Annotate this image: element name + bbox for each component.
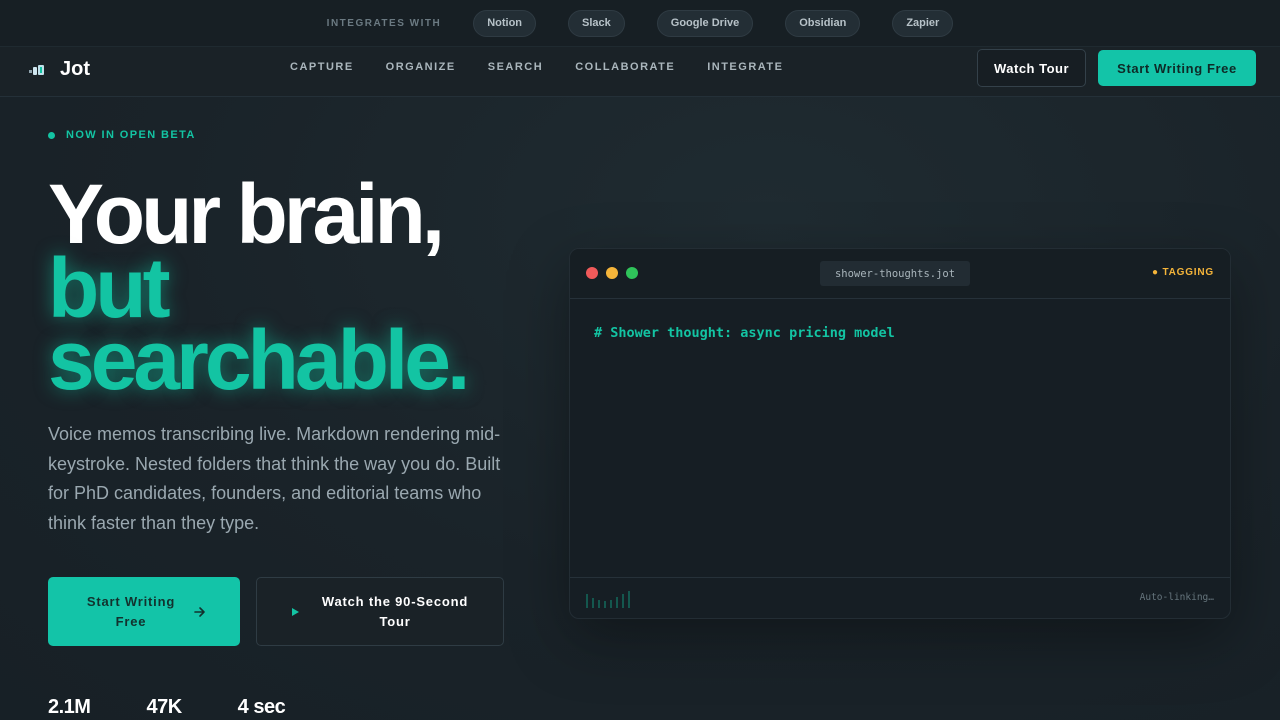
integration-pill-slack[interactable]: Slack xyxy=(568,9,625,37)
brand-logo[interactable]: Jot xyxy=(28,58,90,81)
beta-badge: NOW IN OPEN BETA xyxy=(48,129,196,141)
waveform-icon xyxy=(586,591,630,608)
integration-pill-zapier[interactable]: Zapier xyxy=(892,9,954,37)
nav-link-integrate[interactable]: INTEGRATE xyxy=(707,61,783,73)
integrations-bar: INTEGRATES WITH Notion Slack Google Driv… xyxy=(0,0,1280,47)
beta-dot-icon xyxy=(48,131,55,139)
stat-value: 2.1M xyxy=(48,696,91,718)
top-navigation: Jot CAPTURE ORGANIZE SEARCH COLLABORATE … xyxy=(0,47,1280,97)
watch-tour-cta-button[interactable]: Watch the 90-Second Tour xyxy=(256,577,504,646)
arrow-right-icon xyxy=(194,606,205,617)
start-writing-nav-button[interactable]: Start Writing Free xyxy=(1098,50,1256,86)
hero-description: Voice memos transcribing live. Markdown … xyxy=(48,424,501,533)
stat-value: 4 sec xyxy=(237,696,286,718)
nav-link-capture[interactable]: CAPTURE xyxy=(290,61,354,73)
editor-titlebar: shower-thoughts.jot ● TAGGING xyxy=(570,249,1230,299)
editor-line[interactable]: # Shower thought: async pricing model xyxy=(594,325,895,341)
integration-pill-notion[interactable]: Notion xyxy=(473,9,537,37)
editor-footer: Auto-linking… xyxy=(570,577,1230,618)
start-writing-cta-label: Start Writing Free xyxy=(86,593,176,629)
window-maximize-dot xyxy=(626,267,638,279)
editor-window: shower-thoughts.jot ● TAGGING # Shower t… xyxy=(569,248,1231,619)
watch-tour-button[interactable]: Watch Tour xyxy=(977,49,1086,87)
stats-row: 2.1M 47K 4 sec xyxy=(48,696,341,719)
integration-pill-obsidian[interactable]: Obsidian xyxy=(785,9,861,37)
nav-link-collaborate[interactable]: COLLABORATE xyxy=(575,61,675,73)
watch-tour-cta-label: Watch the 90-Second Tour xyxy=(321,593,469,629)
play-icon xyxy=(292,607,299,616)
auto-linking-status: Auto-linking… xyxy=(1139,592,1214,603)
brand-name: Jot xyxy=(60,58,90,80)
headline-line-3: searchable. xyxy=(48,313,470,407)
stat-value: 47K xyxy=(146,696,182,718)
nav-link-organize[interactable]: ORGANIZE xyxy=(386,61,456,73)
start-writing-cta-button[interactable]: Start Writing Free xyxy=(48,577,240,646)
nav-links: CAPTURE ORGANIZE SEARCH COLLABORATE INTE… xyxy=(290,47,815,87)
window-close-dot xyxy=(586,267,598,279)
integration-pill-google-drive[interactable]: Google Drive xyxy=(656,9,754,37)
logo-icon xyxy=(29,64,44,75)
beta-badge-text: NOW IN OPEN BETA xyxy=(66,129,196,141)
window-minimize-dot xyxy=(606,267,618,279)
nav-link-search[interactable]: SEARCH xyxy=(488,61,543,73)
tagging-status: ● TAGGING xyxy=(1152,267,1214,278)
file-tab[interactable]: shower-thoughts.jot xyxy=(820,261,970,286)
integrations-label: INTEGRATES WITH xyxy=(326,17,442,29)
